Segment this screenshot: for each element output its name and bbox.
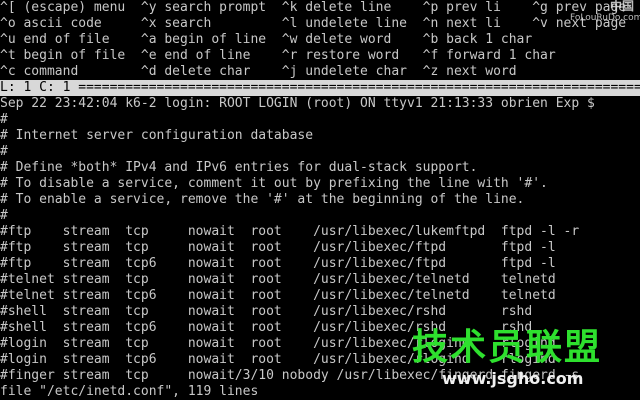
file-line[interactable]: #telnet stream tcp nowait root /usr/libe…: [0, 272, 556, 288]
file-line[interactable]: # To enable a service, remove the '#' at…: [0, 192, 524, 208]
file-header-line: Sep 22 23:42:04 k6-2 login: ROOT LOGIN (…: [0, 96, 595, 111]
file-line[interactable]: #telnet stream tcp6 nowait root /usr/lib…: [0, 288, 556, 304]
watermark-chinese-text: 技术员联盟: [412, 327, 603, 368]
file-info-footer: file "/etc/inetd.conf", 119 lines: [0, 384, 259, 399]
help-line: ^t begin of file ^e end of line ^r resto…: [0, 48, 556, 63]
file-line[interactable]: #ftp stream tcp nowait root /usr/libexec…: [0, 224, 579, 240]
watermark-top-line1: 中国: [609, 0, 634, 13]
file-line[interactable]: #ftp stream tcp6 nowait root /usr/libexe…: [0, 256, 556, 272]
help-line: ^c command ^d delete char ^j undelete ch…: [0, 64, 517, 79]
watermark-url: www.jsgho.com: [442, 369, 584, 388]
file-line[interactable]: #: [0, 144, 8, 160]
file-line[interactable]: #ftp stream tcp nowait root /usr/libexec…: [0, 240, 556, 256]
file-line[interactable]: # Internet server configuration database: [0, 128, 313, 144]
watermark-top-line2: FoLouRuDo.com: [570, 13, 640, 23]
help-line: ^u end of file ^a begin of line ^w delet…: [0, 32, 533, 47]
help-line: ^[ (escape) menu ^y search prompt ^k del…: [0, 0, 627, 15]
file-line[interactable]: #shell stream tcp nowait root /usr/libex…: [0, 304, 532, 320]
watermark-bottom: 技术员联盟 www.jsgho.com: [412, 328, 612, 396]
status-bar: L: 1 C: 1 ==============================…: [0, 80, 640, 96]
file-line[interactable]: #: [0, 112, 8, 128]
watermark-top: 中国 FoLouRuDo.com: [570, 0, 640, 34]
file-line[interactable]: # Define *both* IPv4 and IPv6 entries fo…: [0, 160, 477, 176]
file-line[interactable]: #: [0, 208, 8, 224]
file-line[interactable]: # To disable a service, comment it out b…: [0, 176, 548, 192]
help-line: ^o ascii code ^x search ^l undelete line…: [0, 16, 627, 31]
